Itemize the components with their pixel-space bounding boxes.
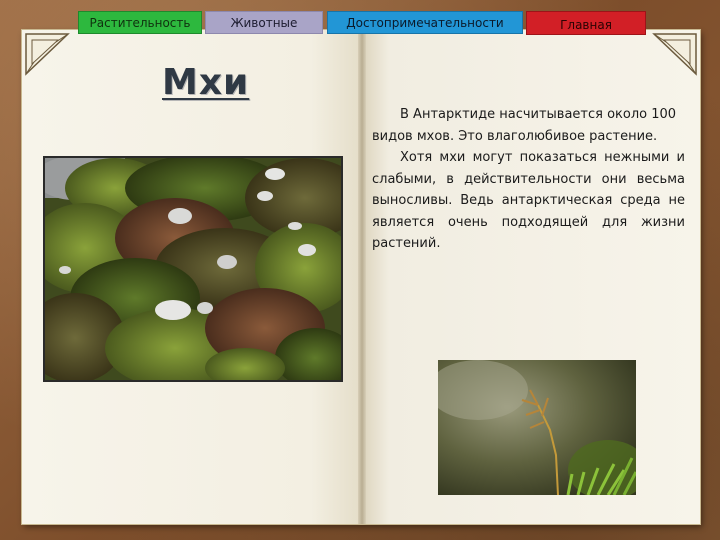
corner-top-right-icon <box>650 32 698 78</box>
page-title: Мхи <box>162 62 250 103</box>
paragraph-1: В Антарктиде насчитывается около 100 вид… <box>372 107 677 144</box>
book-spine <box>358 30 366 524</box>
corner-top-left-icon <box>24 32 72 78</box>
tab-sights[interactable]: Достопримечательности <box>327 11 523 34</box>
article-text: В Антарктиде насчитывается около 100 вид… <box>372 104 685 255</box>
tab-home[interactable]: Главная <box>526 11 646 35</box>
tab-animals[interactable]: Животные <box>205 11 323 34</box>
moss-photo <box>43 156 343 382</box>
paragraph-2: Хотя мхи могут показаться нежными и слаб… <box>372 150 685 251</box>
tab-vegetation[interactable]: Растительность <box>78 11 202 34</box>
moss-sprout-photo <box>438 360 636 495</box>
